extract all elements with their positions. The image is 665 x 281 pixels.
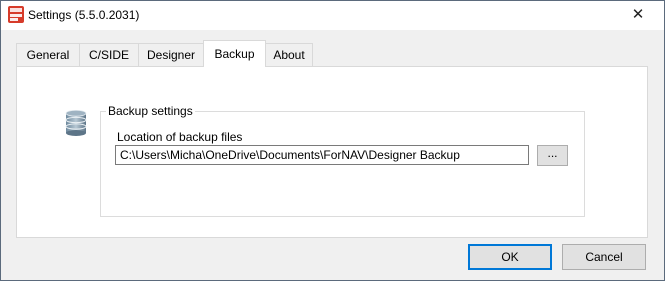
- group-title: Backup settings: [106, 104, 195, 118]
- backup-tab-panel: Backup settings Location of backup files…: [16, 66, 648, 238]
- backup-settings-group: Backup settings Location of backup files…: [100, 104, 585, 217]
- window-title: Settings (5.5.0.2031): [28, 8, 140, 22]
- tab-about[interactable]: About: [265, 43, 313, 66]
- ok-button[interactable]: OK: [468, 244, 552, 270]
- database-icon: [65, 110, 87, 136]
- cancel-button[interactable]: Cancel: [562, 244, 646, 270]
- tab-cside[interactable]: C/SIDE: [79, 43, 139, 66]
- settings-window: Settings (5.5.0.2031) ✕ General C/SIDE D…: [0, 0, 665, 281]
- browse-button[interactable]: ...: [537, 145, 568, 166]
- backup-location-input[interactable]: C:\Users\Micha\OneDrive\Documents\ForNAV…: [115, 145, 529, 165]
- location-label: Location of backup files: [117, 130, 243, 144]
- tab-backup[interactable]: Backup: [203, 40, 266, 67]
- app-icon: [8, 6, 24, 23]
- close-icon[interactable]: ✕: [620, 3, 656, 27]
- tab-designer[interactable]: Designer: [138, 43, 204, 66]
- tab-general[interactable]: General: [16, 43, 80, 66]
- title-bar: Settings (5.5.0.2031) ✕: [1, 1, 664, 30]
